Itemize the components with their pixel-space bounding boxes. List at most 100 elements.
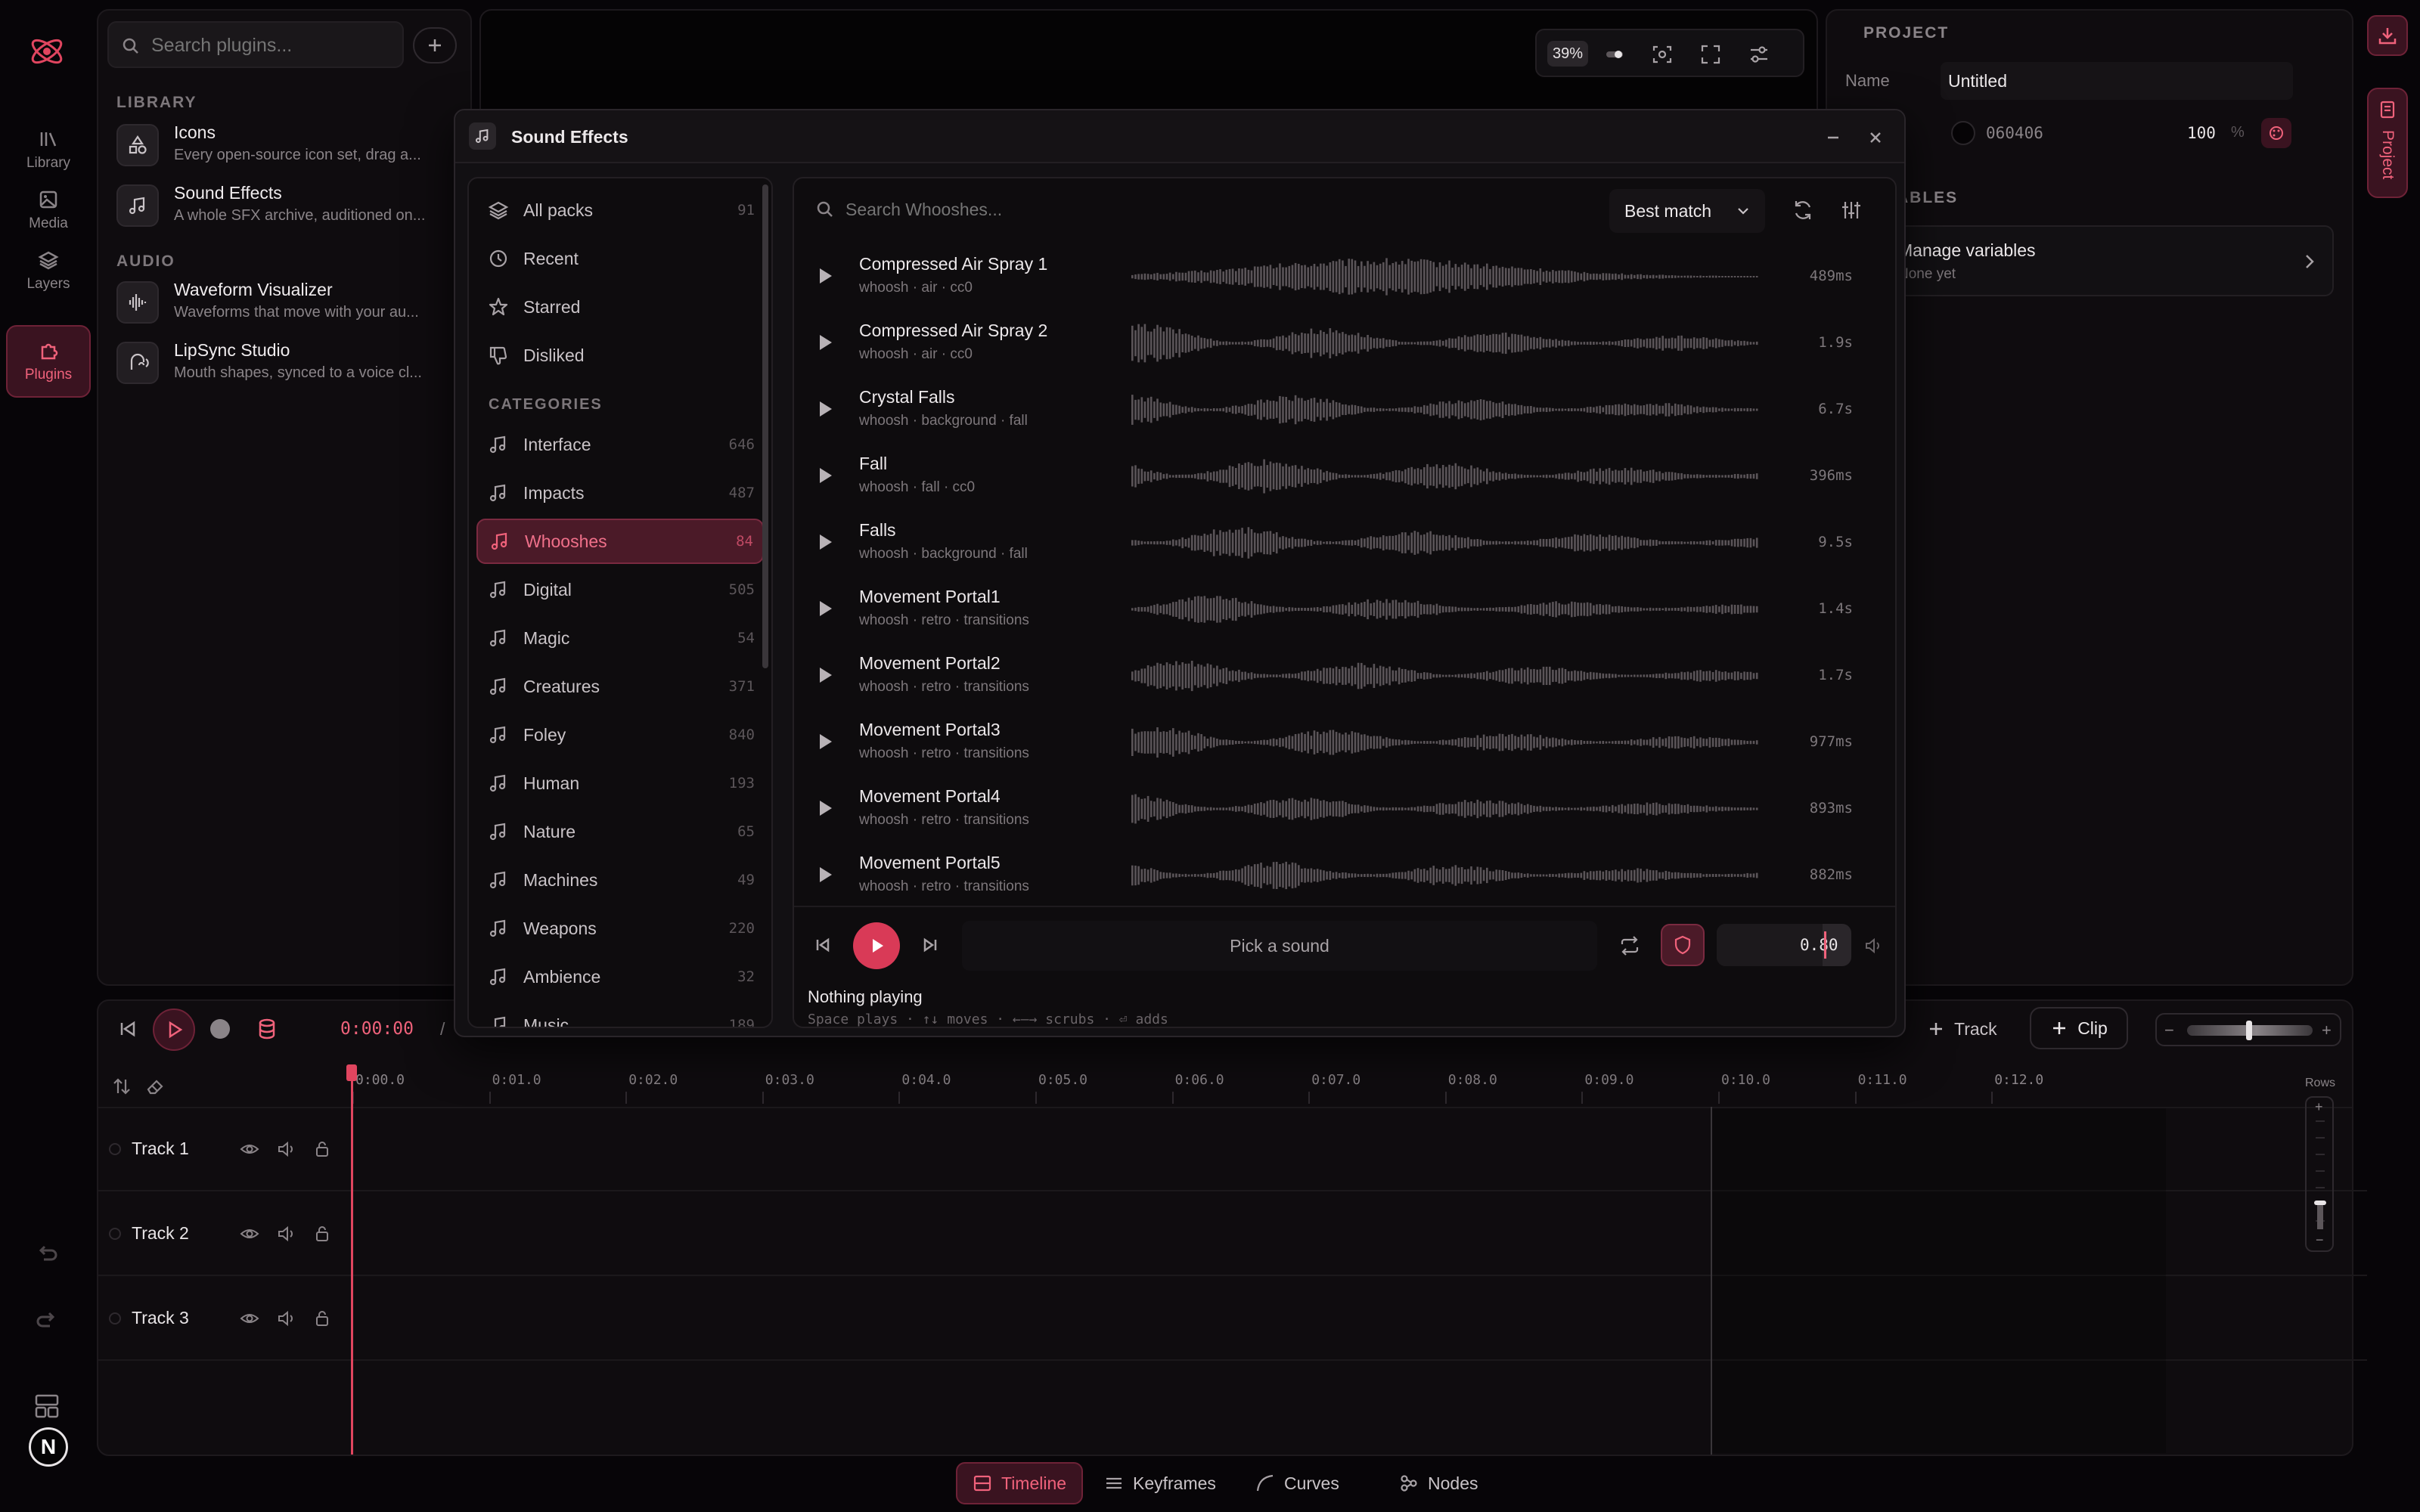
filter-button[interactable] (1839, 198, 1863, 222)
database-button[interactable] (254, 1016, 280, 1042)
eraser-button[interactable] (144, 1075, 166, 1098)
sound-row[interactable]: Compressed Air Spray 2 whoosh · air · cc0… (794, 311, 1895, 378)
category-foley[interactable]: Foley 840 (476, 712, 764, 758)
sort-select[interactable]: Best match (1609, 189, 1765, 233)
waveform-preview[interactable] (1131, 256, 1759, 298)
pack-starred[interactable]: Starred (476, 284, 764, 330)
waveform-preview[interactable] (1131, 322, 1759, 364)
sound-row[interactable]: Crystal Falls whoosh · background · fall 6… (794, 378, 1895, 445)
volume-icon[interactable] (275, 1139, 296, 1160)
waveform-preview[interactable] (1131, 788, 1759, 830)
play-icon[interactable] (814, 797, 836, 820)
play-icon[interactable] (814, 863, 836, 886)
category-music[interactable]: Music 189 (476, 1002, 764, 1027)
timeline-play-button[interactable] (153, 1009, 195, 1051)
player-play-button[interactable] (853, 922, 900, 969)
playhead-handle[interactable] (346, 1064, 357, 1081)
refresh-button[interactable] (1791, 198, 1815, 222)
skip-start-button[interactable] (115, 1016, 141, 1042)
tab-keyframes[interactable]: Keyframes (1089, 1462, 1231, 1504)
rows-minus-icon[interactable]: − (2316, 1232, 2324, 1248)
category-impacts[interactable]: Impacts 487 (476, 470, 764, 516)
volume-icon[interactable] (275, 1308, 296, 1329)
pack-all[interactable]: All packs 91 (476, 187, 764, 233)
category-whooshes[interactable]: Whooshes 84 (476, 519, 764, 564)
rail-plugins[interactable]: Plugins (6, 325, 91, 398)
track-name[interactable]: Track 3 (132, 1308, 189, 1328)
play-icon[interactable] (814, 664, 836, 686)
background-color-field[interactable]: 060406 100 % (1941, 112, 2293, 154)
limiter-toggle[interactable] (1661, 924, 1705, 966)
category-creatures[interactable]: Creatures 371 (476, 664, 764, 709)
tab-timeline[interactable]: Timeline (956, 1462, 1084, 1504)
app-logo[interactable] (27, 32, 67, 71)
sound-row[interactable]: Movement Portal4 whoosh · retro · transit… (794, 777, 1895, 844)
category-magic[interactable]: Magic 54 (476, 615, 764, 661)
category-machines[interactable]: Machines 49 (476, 857, 764, 903)
play-icon[interactable] (814, 597, 836, 620)
playhead[interactable] (351, 1066, 353, 1455)
tab-curves[interactable]: Curves (1240, 1462, 1354, 1504)
waveform-preview[interactable] (1131, 655, 1759, 697)
plugin-search[interactable] (107, 21, 404, 68)
track-select[interactable] (109, 1228, 121, 1240)
prev-sound-button[interactable] (812, 934, 833, 956)
track-name[interactable]: Track 2 (132, 1223, 189, 1244)
sound-row[interactable]: Movement Portal2 whoosh · retro · transit… (794, 644, 1895, 711)
sound-row[interactable]: Movement Portal1 whoosh · retro · transit… (794, 578, 1895, 644)
category-scrollbar[interactable] (762, 184, 768, 668)
lock-icon[interactable] (312, 1223, 333, 1244)
waveform-preview[interactable] (1131, 522, 1759, 564)
eye-icon[interactable] (239, 1223, 260, 1244)
eye-icon[interactable] (239, 1308, 260, 1329)
track-select[interactable] (109, 1143, 121, 1155)
volume-slider[interactable]: 0.80 (1717, 924, 1851, 966)
waveform-preview[interactable] (1131, 721, 1759, 764)
track-name[interactable]: Track 1 (132, 1139, 189, 1159)
plugin-search-input[interactable] (151, 32, 393, 59)
next-sound-button[interactable] (920, 934, 941, 956)
scrub-area[interactable]: Pick a sound (962, 921, 1597, 971)
volume-icon[interactable] (1863, 936, 1883, 956)
sound-row[interactable]: Movement Portal5 whoosh · retro · transit… (794, 844, 1895, 910)
fullscreen-button[interactable] (1699, 42, 1723, 67)
sound-row[interactable]: Fall whoosh · fall · cc0 396ms (794, 445, 1895, 511)
plugin-item-sound-effects[interactable]: Sound Effects A whole SFX archive, audit… (113, 180, 446, 234)
waveform-preview[interactable] (1131, 389, 1759, 431)
zoom-out-icon[interactable]: − (2164, 1021, 2174, 1040)
undo-button[interactable] (33, 1240, 60, 1267)
category-human[interactable]: Human 193 (476, 761, 764, 806)
tab-nodes[interactable]: Nodes (1384, 1462, 1493, 1504)
play-icon[interactable] (814, 331, 836, 354)
minimize-button[interactable] (1823, 127, 1844, 148)
track-select[interactable] (109, 1312, 121, 1325)
rows-slider[interactable]: + − (2305, 1096, 2334, 1252)
waveform-preview[interactable] (1131, 588, 1759, 631)
settings-button[interactable] (1747, 42, 1771, 67)
eye-icon[interactable] (239, 1139, 260, 1160)
plugin-item-lipsync-studio[interactable]: LipSync Studio Mouth shapes, synced to a… (113, 337, 446, 392)
sound-row[interactable]: Compressed Air Spray 1 whoosh · air · cc0… (794, 245, 1895, 311)
add-clip-button[interactable]: Clip (2030, 1007, 2128, 1049)
category-interface[interactable]: Interface 646 (476, 422, 764, 467)
add-track-button[interactable]: Track (1927, 1010, 2018, 1048)
pack-recent[interactable]: Recent (476, 236, 764, 281)
play-icon[interactable] (814, 265, 836, 287)
rail-layers[interactable]: Layers (6, 234, 91, 307)
project-name-field[interactable]: Untitled (1941, 62, 2293, 100)
play-icon[interactable] (814, 398, 836, 420)
category-digital[interactable]: Digital 505 (476, 567, 764, 612)
sound-search[interactable] (805, 187, 1591, 230)
pack-disliked[interactable]: Disliked (476, 333, 764, 378)
project-side-tab[interactable]: Project (2367, 88, 2408, 198)
waveform-preview[interactable] (1131, 455, 1759, 497)
plugin-item-waveform-visualizer[interactable]: Waveform Visualizer Waveforms that move … (113, 277, 446, 331)
add-plugin-button[interactable] (413, 27, 457, 64)
toggle-button[interactable] (1602, 44, 1627, 65)
palette-button[interactable] (2261, 118, 2291, 148)
waveform-preview[interactable] (1131, 854, 1759, 897)
category-ambience[interactable]: Ambience 32 (476, 954, 764, 999)
volume-thumb[interactable] (1824, 931, 1826, 959)
color-swatch[interactable] (1951, 121, 1975, 145)
volume-icon[interactable] (275, 1223, 296, 1244)
